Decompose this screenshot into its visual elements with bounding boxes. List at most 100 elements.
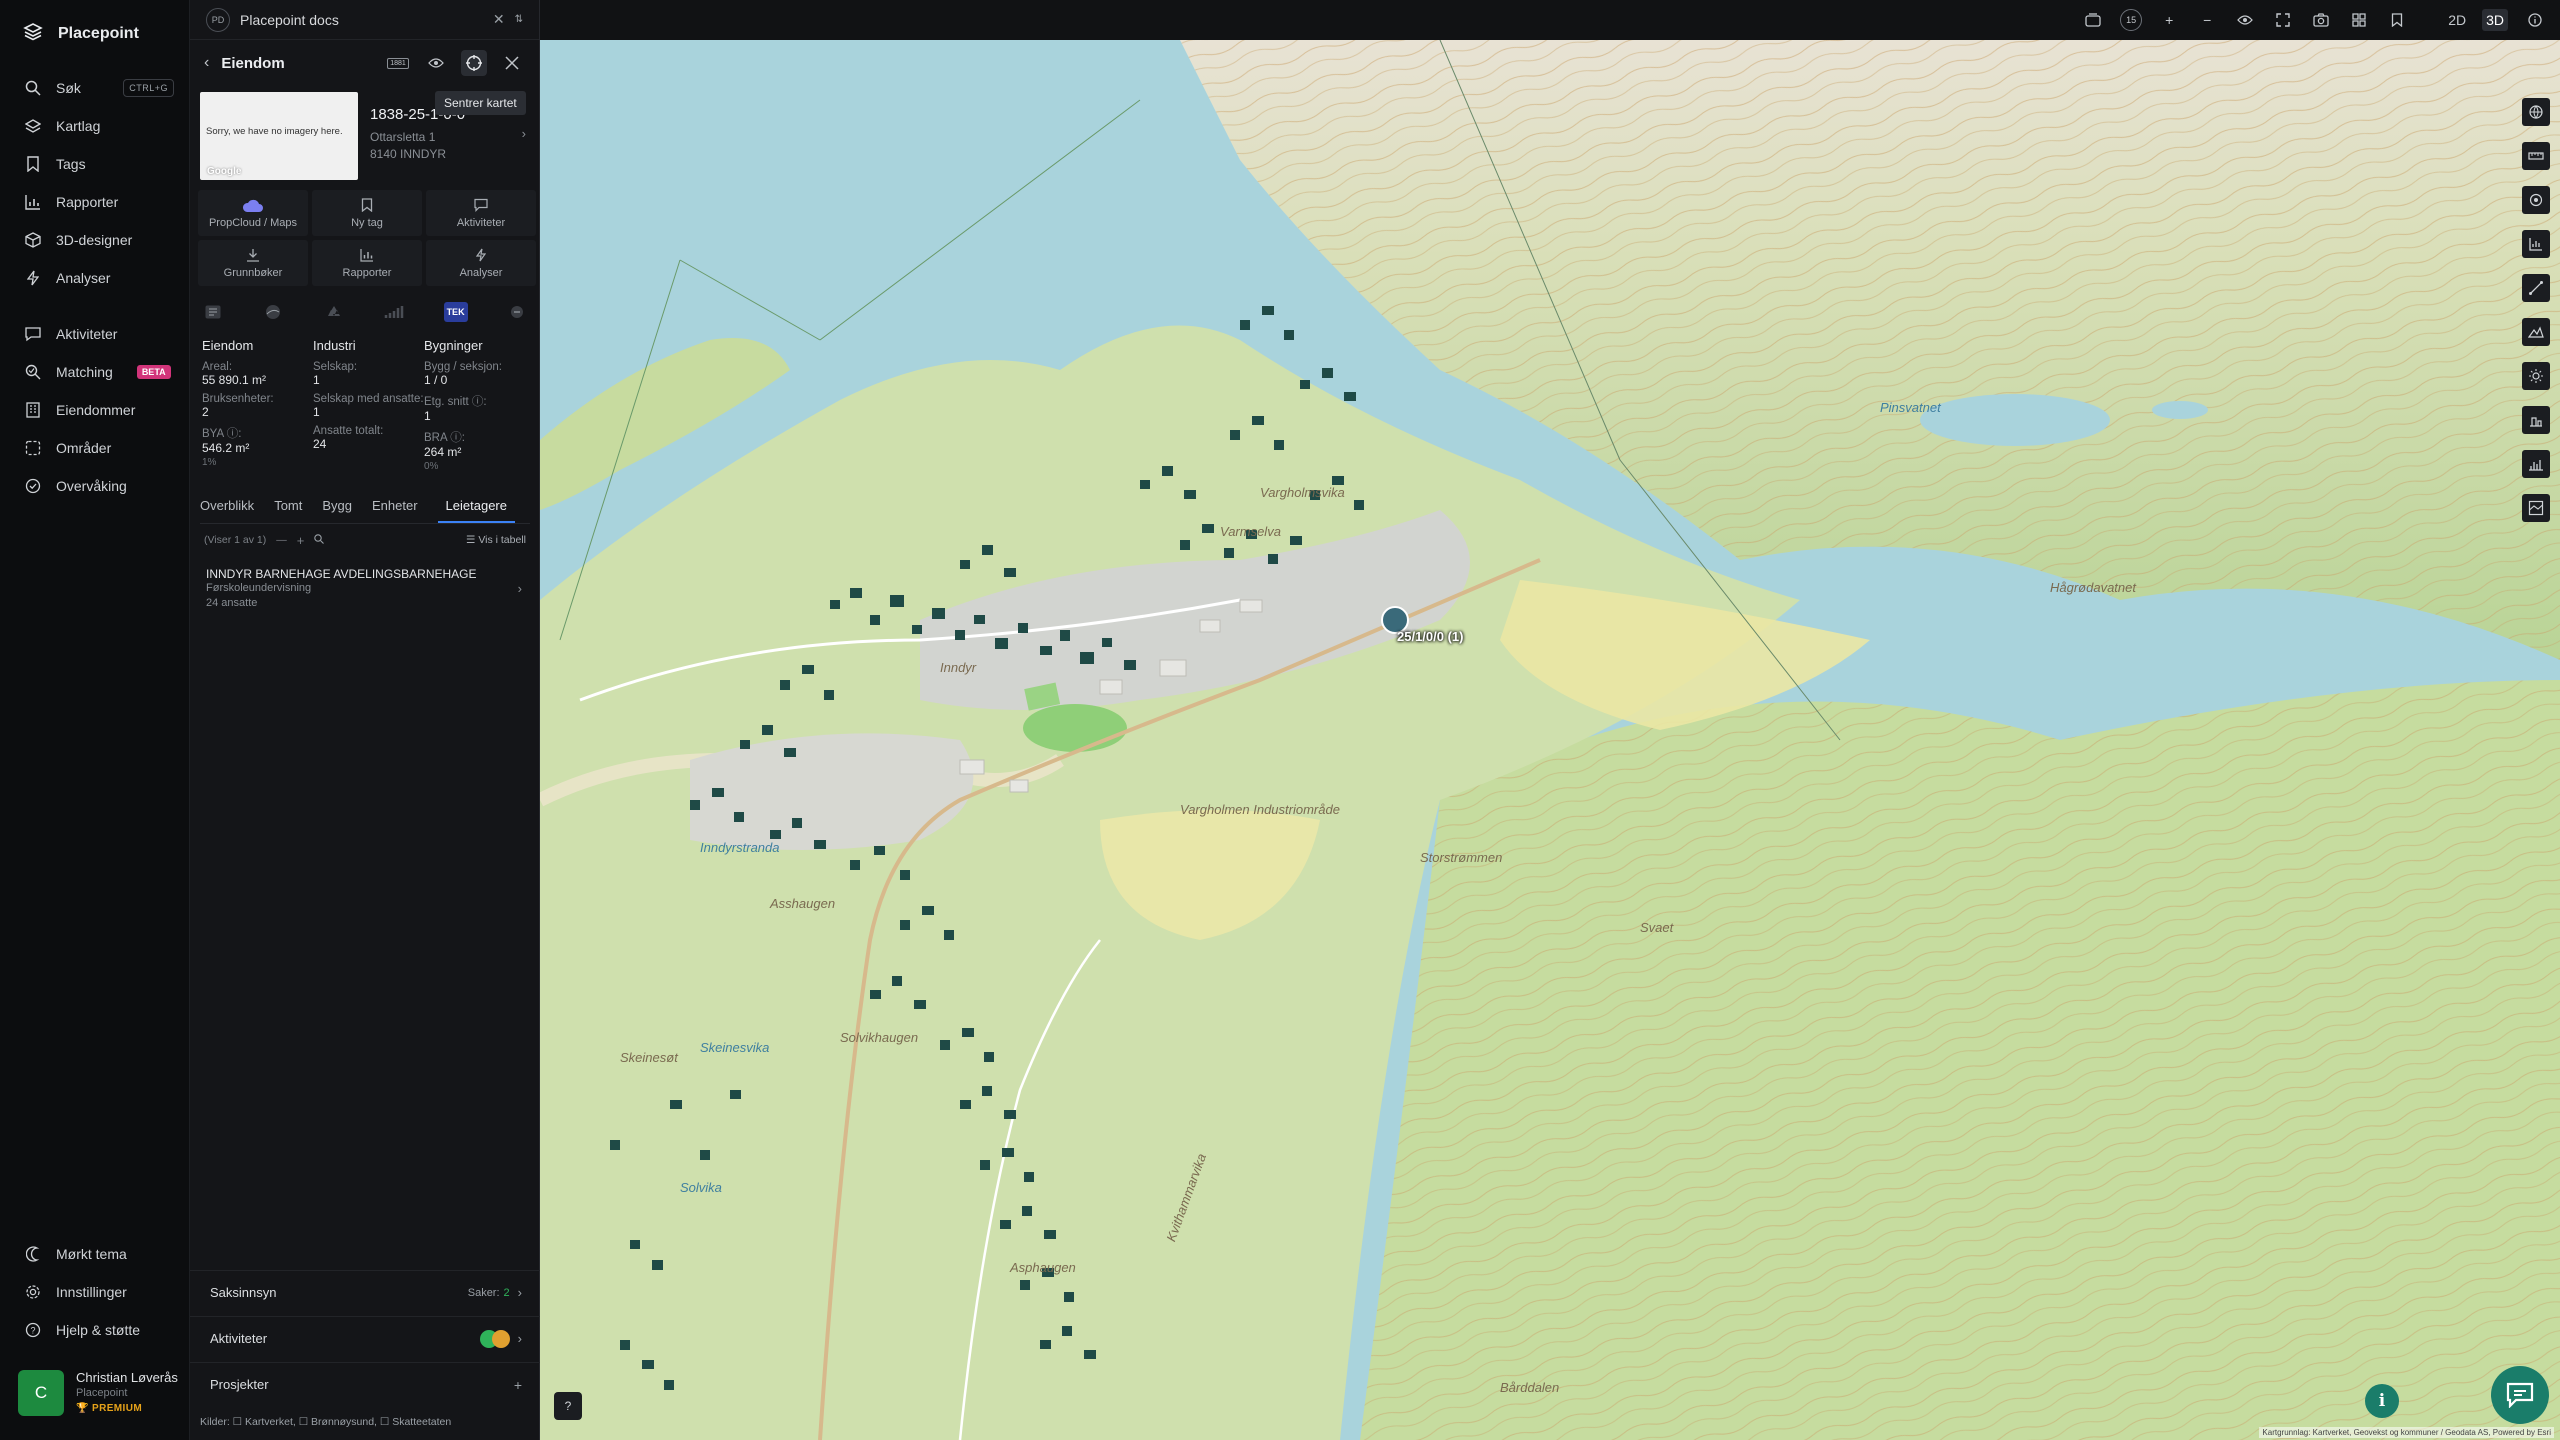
bolt-icon [24,269,42,287]
zoom-out-icon[interactable]: − [2196,9,2218,31]
fullscreen-icon[interactable] [2272,9,2294,31]
nav-item-settings[interactable]: Innstillinger [24,1278,174,1306]
chat-button[interactable] [2491,1366,2549,1424]
map-help-button[interactable]: ? [554,1392,582,1420]
list-item[interactable]: INNDYR BARNEHAGE AVDELINGSBARNEHAGE Førs… [206,567,526,611]
cube-icon [24,231,42,249]
reports-button[interactable]: Rapporter [312,240,422,286]
plus-icon[interactable]: + [297,533,305,548]
view-table-label: Vis i tabell [478,534,526,546]
globe-badge-icon[interactable] [262,302,284,322]
plus-icon[interactable]: + [514,1377,522,1393]
view-table-button[interactable]: ☰ Vis i tabell [466,534,526,546]
tek-badge[interactable]: TEK [443,302,468,322]
street-view-thumbnail[interactable]: Sorry, we have no imagery here. Google [200,92,358,180]
map-place-label: Inndyr [940,660,977,675]
user-org: Placepoint [76,1387,128,1399]
nav-item-aktiviteter[interactable]: Aktiviteter [24,320,174,348]
monitor-icon [24,477,42,495]
tab-leietagere[interactable]: Leietagere [437,498,515,523]
nav-item-overvaking[interactable]: Overvåking [24,472,174,500]
nav-item-kartlag[interactable]: Kartlag [24,112,174,140]
nav-item-3d-designer[interactable]: 3D-designer [24,226,174,254]
nav-item-rapporter[interactable]: Rapporter [24,188,174,216]
expand-icon[interactable]: ⇅ [515,14,523,25]
grunnboker-button[interactable]: Grunnbøker [198,240,308,286]
saker-count: 2 [503,1286,510,1299]
globe-tool-icon[interactable] [2522,98,2550,126]
new-tag-button[interactable]: Ny tag [312,190,422,236]
center-map-icon[interactable] [461,50,487,76]
eye-icon[interactable] [2234,9,2256,31]
gallery-icon[interactable] [2082,9,2104,31]
eye-icon[interactable] [423,50,449,76]
chart-tool-icon[interactable] [2522,230,2550,258]
info-icon[interactable] [2524,9,2546,31]
nav-item-eiendommer[interactable]: Eiendommer [24,396,174,424]
tab-overblikk[interactable]: Overblikk [200,498,262,523]
minus-icon[interactable]: — [276,534,287,546]
nav-item-help[interactable]: ? Hjelp & støtte [24,1316,174,1344]
beta-badge: BETA [136,365,171,379]
bookmark-icon [361,197,373,213]
section-aktiviteter[interactable]: Aktiviteter › [190,1316,540,1360]
grid-badge-icon[interactable] [202,302,224,322]
grid-icon[interactable] [2348,9,2370,31]
map-3d-view[interactable]: 25/1/0/0 (1) Varmselva Vargholmsvika Asp… [540,40,2560,1440]
tab-enheter[interactable]: Enheter [372,498,426,523]
search-icon[interactable] [314,533,325,547]
google-logo: Google [207,166,242,177]
nav-label: Overvåking [56,478,127,494]
mode-2d-button[interactable]: 2D [2448,9,2466,31]
section-prosjekter[interactable]: Prosjekter + [190,1362,540,1406]
propcloud-button[interactable]: PropCloud / Maps [198,190,308,236]
tab-bygg[interactable]: Bygg [322,498,360,523]
stats-industri: Industri Selskap: 1 Selskap med ansatte:… [313,338,424,476]
nav-item-search[interactable]: Søk CTRL+G [24,74,174,102]
line-measure-icon[interactable] [2522,274,2550,302]
ruler-tool-icon[interactable] [2522,142,2550,170]
premium-badge: 🏆 PREMIUM [76,1403,178,1414]
section-saksinnsyn[interactable]: Saksinnsyn Saker: 2 › [190,1270,540,1314]
compare-tool-icon[interactable] [2522,494,2550,522]
close-icon[interactable]: ✕ [493,11,505,28]
tree-badge-icon[interactable] [323,302,345,322]
tab-tomt[interactable]: Tomt [274,498,310,523]
stat-label: Selskap: [313,361,358,373]
nav-item-dark-theme[interactable]: Mørkt tema [24,1240,174,1268]
stat-value: 546.2 m² [202,441,250,455]
back-icon[interactable]: ‹ [204,54,209,72]
elevation-tool-icon[interactable] [2522,318,2550,346]
brand[interactable]: Placepoint [22,20,139,47]
nav-label: Søk [56,80,81,96]
user-profile[interactable]: C Christian Løverås Placepoint 🏆 PREMIUM [18,1370,183,1422]
view-tool-icon[interactable] [2522,186,2550,214]
nav-item-analyser[interactable]: Analyser [24,264,174,292]
bookmark-icon[interactable] [2386,9,2408,31]
info-button[interactable]: i [2365,1384,2399,1418]
bars-badge-icon[interactable] [383,302,405,322]
more-badge-icon[interactable] [506,302,528,322]
camera-icon[interactable] [2310,9,2332,31]
zoom-in-icon[interactable]: + [2158,9,2180,31]
analyses-button[interactable]: Analyser [426,240,536,286]
activities-button[interactable]: Aktiviteter [426,190,536,236]
nav-item-omrader[interactable]: Områder [24,434,174,462]
profile-tool-icon[interactable] [2522,450,2550,478]
search-icon [24,79,42,97]
nav-item-matching[interactable]: Matching BETA [24,358,174,386]
cloud-icon [242,197,264,213]
stat-value: 1 [313,405,320,419]
zoom-level-badge[interactable]: 15 [2120,9,2143,31]
close-panel-icon[interactable] [499,50,525,76]
doc-title[interactable]: Placepoint docs [240,12,483,28]
moon-icon [24,1245,42,1263]
nav-item-tags[interactable]: Tags [24,150,174,178]
nav-label: Tags [56,156,86,172]
shadow-tool-icon[interactable] [2522,406,2550,434]
1881-button[interactable]: 1881 [385,50,411,76]
sun-tool-icon[interactable] [2522,362,2550,390]
chat-icon [2506,1382,2534,1408]
selected-property-label[interactable]: 25/1/0/0 (1) [1397,629,1464,644]
mode-3d-button[interactable]: 3D [2482,9,2508,31]
